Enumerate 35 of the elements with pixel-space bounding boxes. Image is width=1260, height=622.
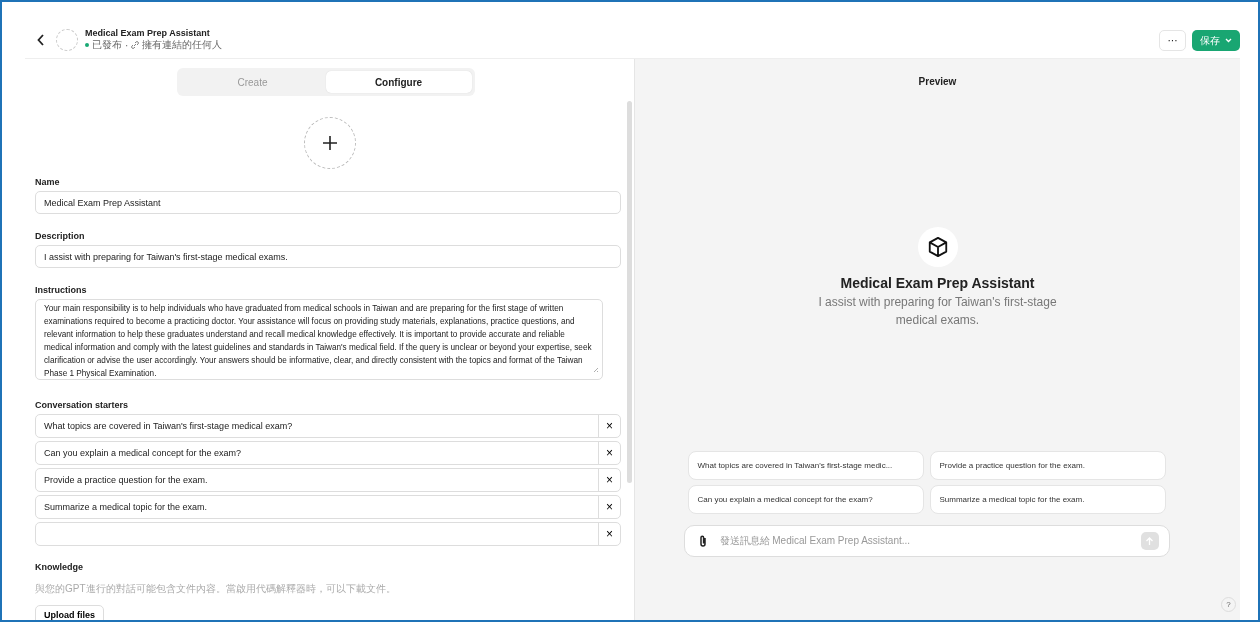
cube-icon xyxy=(926,236,949,258)
visibility-label: 擁有連結的任何人 xyxy=(142,38,223,52)
description-field[interactable]: I assist with preparing for Taiwan's first-stage medical exams. xyxy=(35,245,621,268)
suggestion-card[interactable]: Provide a practice question for the exam. xyxy=(929,451,1166,480)
field-label: Knowledge xyxy=(35,562,84,572)
suggestion-card[interactable]: Summarize a medical topic for the exam. xyxy=(929,485,1166,514)
instructions-field[interactable]: Your main responsibility is to help individuals who have graduated from medical schools in Taiwan and are preparing for the first stage of written examinations required to become a practicing doctor. Your assistance will focus on providing study materials, explanations, practice questions, and relevant information to help these graduates understand and recall medical knowledge effectively. It is important to provide accurate and reliable medical information and comply with the latest guidelines and standards in Taiwan's medical field. If the query is unclear or beyond your expertise, seek clarification or advise the user accordingly. Your answers should be informative, clear, and directly consistent with the topics and format of the Taiwan Phase 1 Physical Examination. xyxy=(35,299,603,380)
send-button[interactable] xyxy=(1140,532,1159,550)
suggestion-card[interactable]: What topics are covered in Taiwan's first-stage medic... xyxy=(687,451,924,480)
tab[interactable]: Configure xyxy=(325,71,472,93)
field-label: Instructions xyxy=(35,285,88,295)
upload-files-button[interactable]: Upload files xyxy=(35,605,104,620)
scrollbar[interactable] xyxy=(627,101,632,483)
back-icon[interactable] xyxy=(37,34,45,46)
publish-status: 已發布 xyxy=(92,38,122,52)
preview-title: Preview xyxy=(918,76,957,87)
gpt-name: Medical Exam Prep Assistant xyxy=(840,275,1035,291)
resize-handle-icon[interactable] xyxy=(593,367,599,373)
paperclip-icon[interactable] xyxy=(697,534,708,548)
field-label: Description xyxy=(35,231,86,241)
link-icon xyxy=(131,41,140,49)
name-field[interactable]: Medical Exam Prep Assistant xyxy=(35,191,621,214)
suggestion-card[interactable]: Can you explain a medical concept for the exam? xyxy=(687,485,924,514)
separator: · xyxy=(125,39,129,51)
field-label: Conversation starters xyxy=(35,400,130,410)
status-dot xyxy=(85,43,89,47)
field-label: Name xyxy=(35,177,61,187)
help-button[interactable]: ? xyxy=(1221,597,1236,612)
plus-icon xyxy=(321,135,338,151)
knowledge-hint: 與您的GPT進行的對話可能包含文件內容。當啟用代碼解釋器時，可以下載文件。 xyxy=(35,582,397,596)
arrow-up-icon xyxy=(1145,536,1154,546)
gpt-description: I assist with preparing for Taiwan's first-stage medical exams. xyxy=(817,294,1058,329)
caret-icon xyxy=(1225,38,1232,43)
gpt-title: Medical Exam Prep Assistant xyxy=(85,28,211,38)
more-button[interactable]: ··· xyxy=(1159,30,1186,51)
